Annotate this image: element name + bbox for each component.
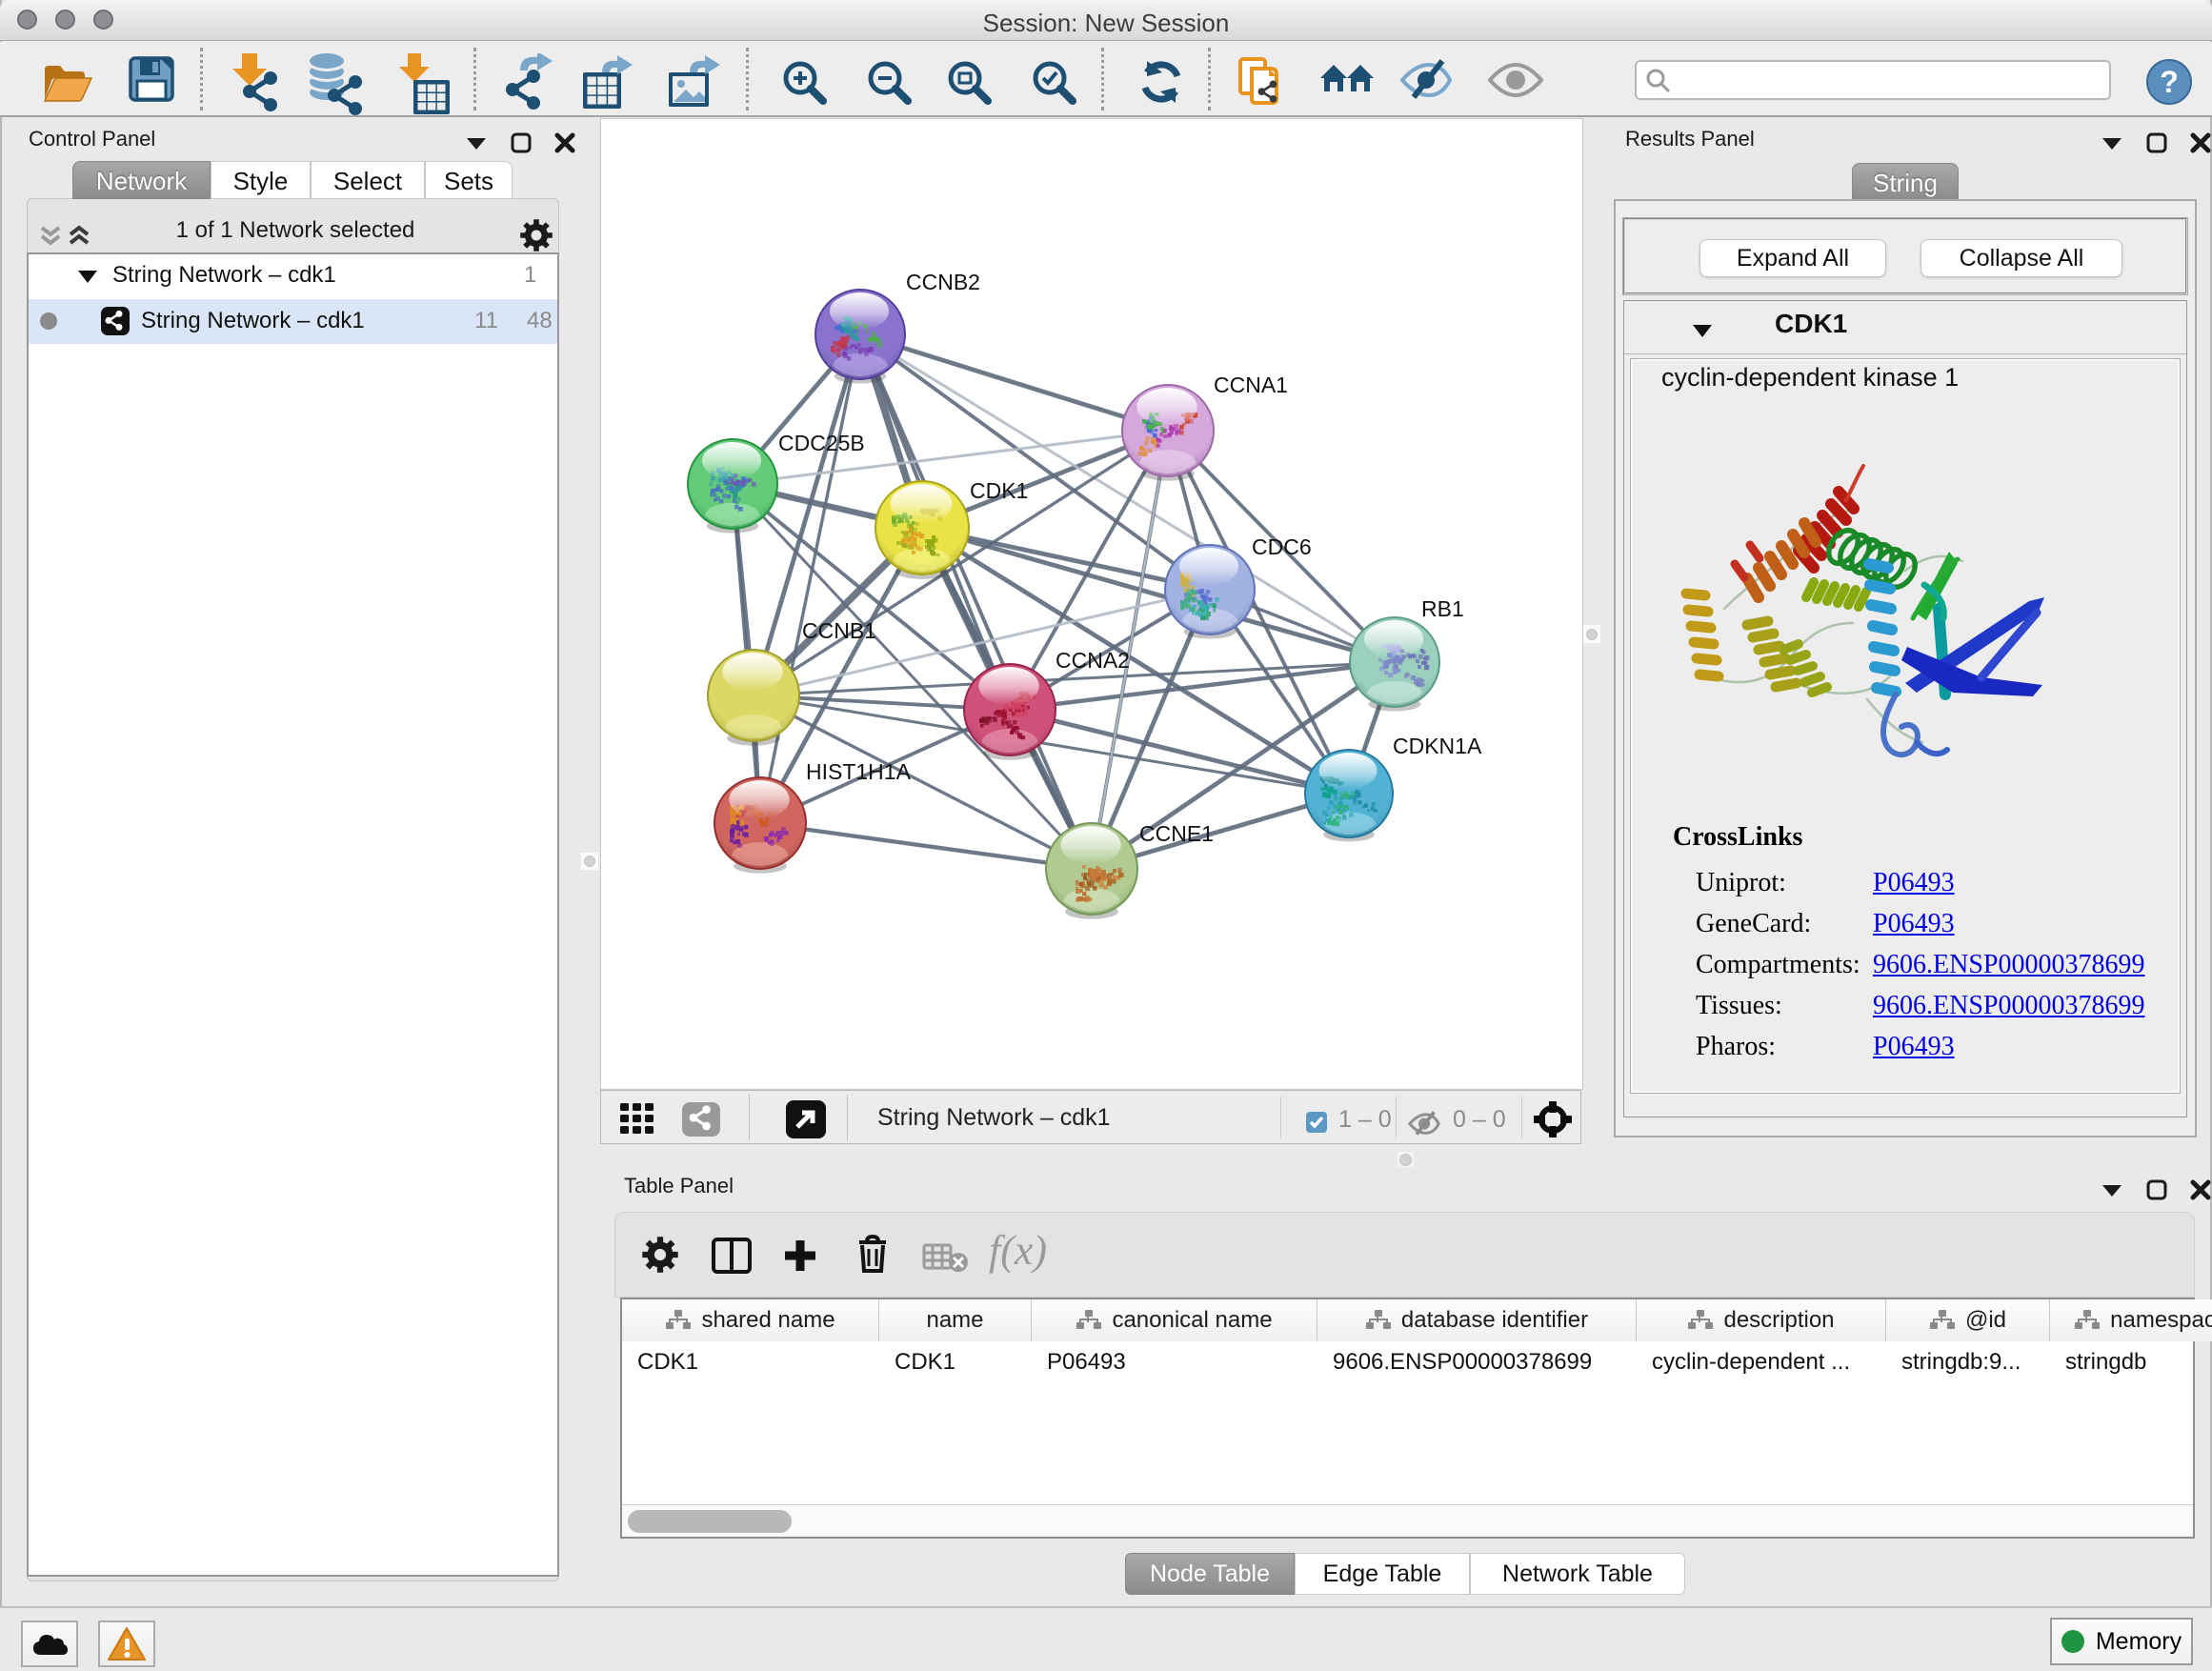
svg-text:HIST1H1A: HIST1H1A xyxy=(806,759,912,784)
svg-text:CCNB2: CCNB2 xyxy=(906,270,980,294)
svg-text:?: ? xyxy=(2160,65,2179,99)
svg-text:RB1: RB1 xyxy=(1421,596,1464,621)
svg-text:CCNA1: CCNA1 xyxy=(1214,372,1288,397)
svg-text:CCNB1: CCNB1 xyxy=(802,618,876,643)
svg-text:CDC25B: CDC25B xyxy=(778,431,865,455)
svg-text:CDKN1A: CDKN1A xyxy=(1393,734,1482,758)
svg-text:CDK1: CDK1 xyxy=(970,478,1028,503)
svg-text:CCNE1: CCNE1 xyxy=(1139,821,1214,846)
svg-text:CCNA2: CCNA2 xyxy=(1056,648,1130,673)
svg-text:CDC6: CDC6 xyxy=(1252,534,1312,559)
